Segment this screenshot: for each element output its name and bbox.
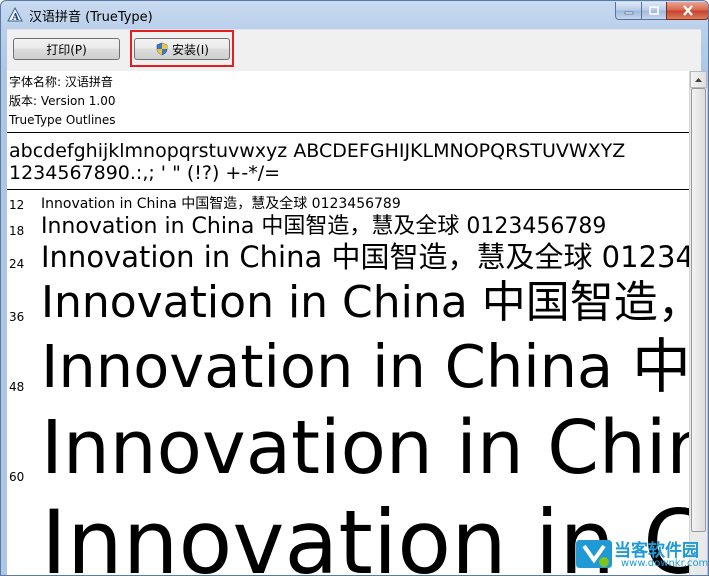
size-label: 18	[9, 224, 25, 238]
charset-preview: abcdefghijklmnopqrstuvwxyz ABCDEFGHIJKLM…	[9, 140, 625, 184]
install-highlight-box	[130, 30, 234, 67]
font-app-icon: A	[7, 7, 23, 23]
font-name-text: 字体名称: 汉语拼音	[9, 75, 113, 89]
scroll-up-button[interactable]	[690, 71, 707, 88]
size-label: 36	[9, 310, 25, 324]
charset-letters: abcdefghijklmnopqrstuvwxyz ABCDEFGHIJKLM…	[9, 140, 626, 162]
sample-text: Innovation in China 中国智造，慧及全球 0123456789	[41, 240, 689, 274]
site-logo-icon	[576, 540, 612, 568]
font-viewer-window: A 汉语拼音 (TrueType) 打印(P) 安装(I) 字体名称: 汉语拼音	[0, 0, 709, 576]
font-info: 字体名称: 汉语拼音 版本: Version 1.00 TrueType Out…	[9, 73, 116, 130]
size-label: 60	[9, 470, 25, 484]
maximize-button[interactable]	[641, 2, 667, 20]
arrow-up-icon	[695, 77, 702, 82]
sample-text: Innovation in China	[41, 405, 689, 491]
font-version-text: 版本: Version 1.00	[9, 94, 116, 108]
sample-text: Innovation in China 中国智造，慧及全球 0123456789	[41, 214, 607, 239]
font-preview-pane[interactable]: 字体名称: 汉语拼音 版本: Version 1.00 TrueType Out…	[7, 71, 689, 575]
title-bar[interactable]: A 汉语拼音 (TrueType)	[1, 1, 708, 29]
print-button[interactable]: 打印(P)	[13, 38, 120, 60]
size-label: 24	[9, 257, 25, 271]
toolbar: 打印(P) 安装(I)	[7, 29, 701, 72]
charset-symbols: 1234567890.:,; ' " (!?) +-*/=	[9, 162, 281, 184]
minimize-button[interactable]	[615, 2, 642, 20]
maximize-icon	[649, 6, 659, 15]
sample-text: Innovation in China 中国智造，慧及全球	[41, 277, 689, 328]
close-button[interactable]	[666, 2, 708, 20]
divider	[7, 189, 689, 190]
scroll-thumb[interactable]	[691, 88, 706, 532]
divider	[7, 132, 689, 133]
sample-text: Innovation in China 中国智造	[41, 332, 689, 401]
size-label: 48	[9, 380, 25, 394]
site-watermark: 当客软件园 www.downkr.com	[574, 534, 708, 574]
close-icon	[682, 5, 693, 16]
print-button-label: 打印(P)	[46, 42, 87, 57]
minimize-icon	[624, 11, 633, 14]
size-label: 12	[9, 198, 25, 212]
sample-text: Innovation in China 中国智造，慧及全球 0123456789	[41, 196, 401, 212]
font-outline-text: TrueType Outlines	[9, 113, 116, 127]
window-title: 汉语拼音 (TrueType)	[29, 10, 153, 25]
svg-text:A: A	[11, 13, 20, 23]
watermark-url: www.downkr.com	[621, 558, 709, 569]
vertical-scrollbar[interactable]	[689, 71, 707, 575]
